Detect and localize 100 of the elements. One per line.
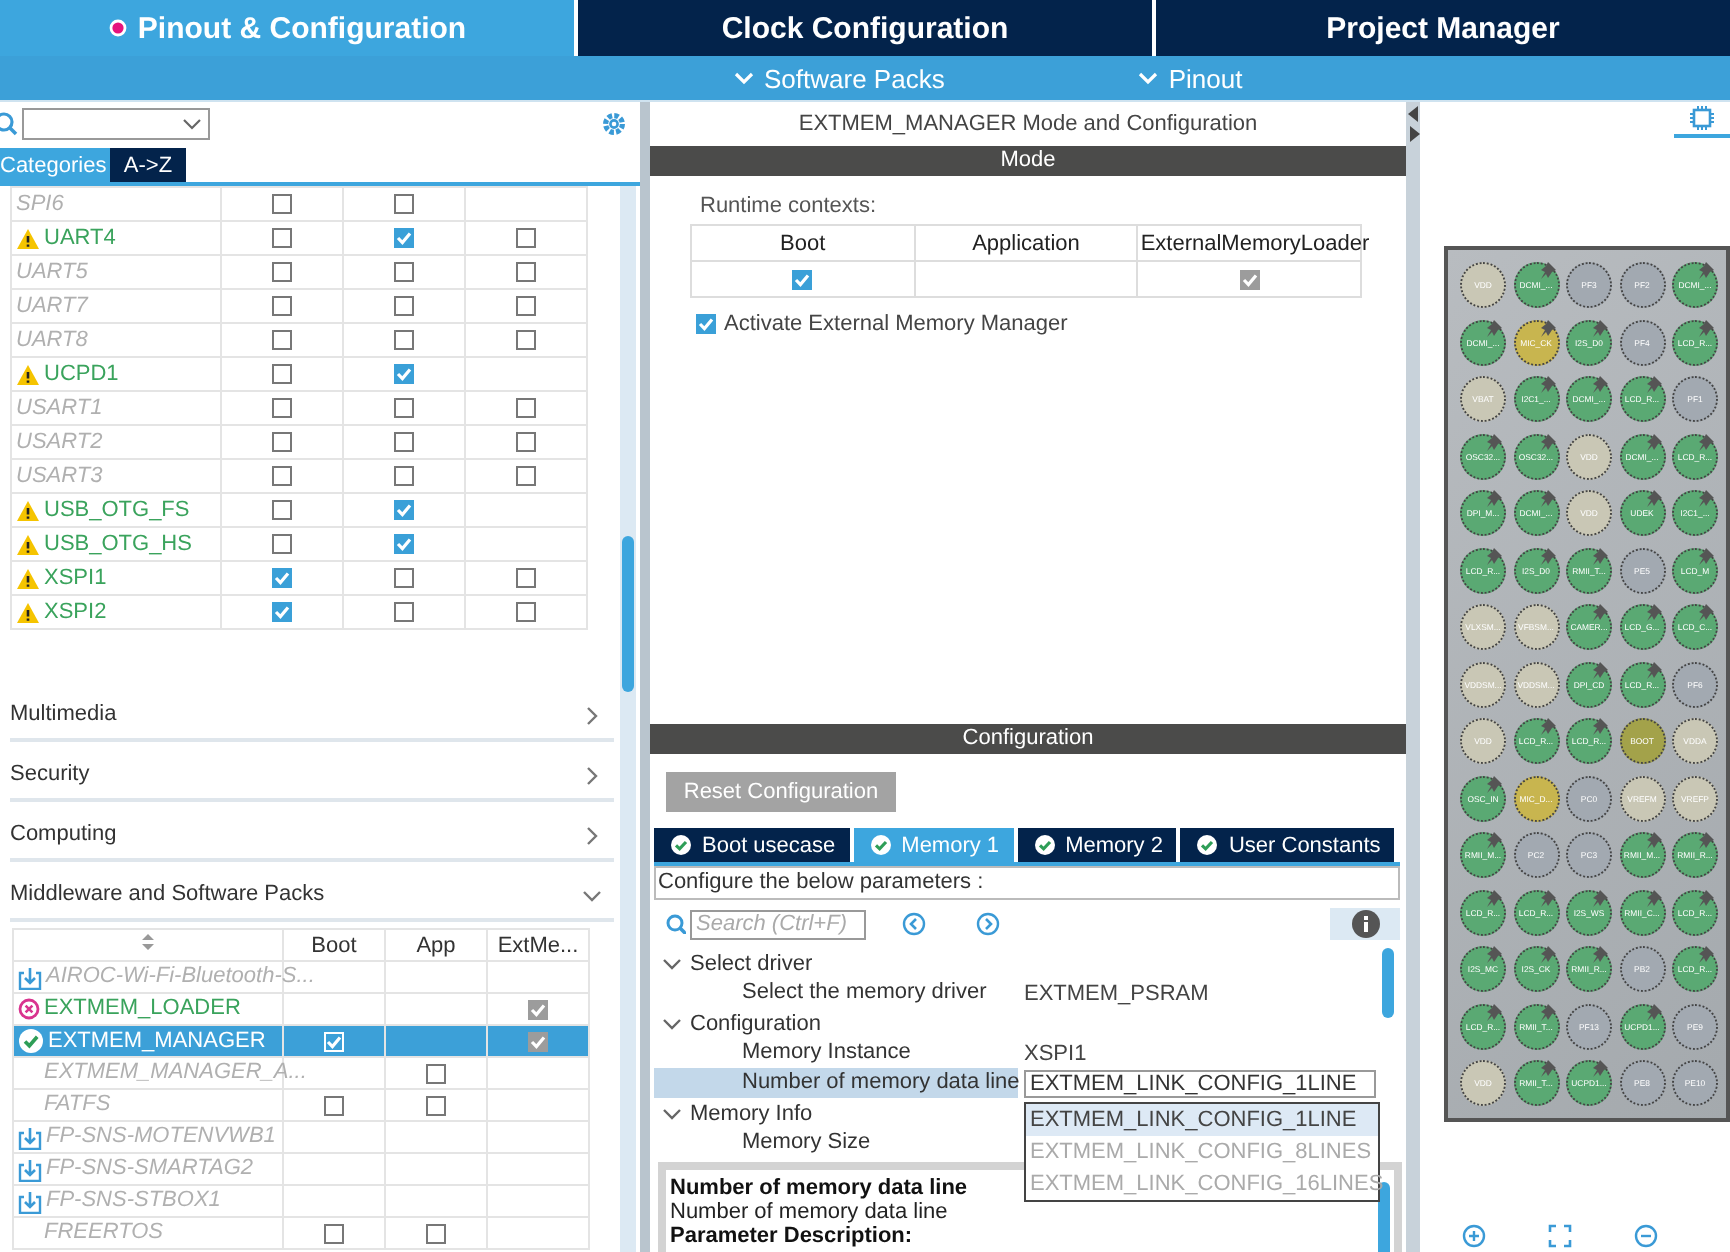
checkbox[interactable] [394, 568, 414, 589]
checkbox[interactable] [324, 1223, 344, 1244]
dropdown-option[interactable]: EXTMEM_LINK_CONFIG_8LINES [1026, 1135, 1378, 1167]
table-row[interactable]: EXTMEM_MANAGER [13, 1025, 589, 1057]
checkbox[interactable] [394, 262, 414, 283]
category-header[interactable]: Middleware and Software Packs [10, 862, 614, 922]
scrollbar-thumb[interactable] [622, 536, 634, 692]
checkbox[interactable] [696, 314, 716, 334]
checkbox[interactable] [426, 1223, 446, 1244]
search-field[interactable]: Search (Ctrl+F) [690, 909, 866, 939]
checkbox[interactable] [394, 534, 414, 555]
tab[interactable]: Memory 2 [1017, 828, 1177, 862]
sort-icon[interactable] [140, 932, 156, 952]
tab[interactable]: Clock Configuration [578, 0, 1152, 56]
pack-name[interactable]: FATFS [44, 1093, 111, 1118]
checkbox[interactable] [516, 262, 536, 283]
checkbox[interactable] [516, 432, 536, 453]
checkbox[interactable] [324, 1095, 344, 1116]
parameter-label[interactable]: Select the memory driver [654, 978, 1018, 1008]
checkbox[interactable] [272, 330, 292, 351]
checkbox[interactable] [516, 296, 536, 317]
tab[interactable]: Boot usecase [654, 828, 850, 862]
checkbox[interactable] [272, 568, 292, 589]
table-row[interactable]: FATFS [13, 1089, 589, 1121]
tab[interactable]: Pinout & Configuration [0, 0, 574, 56]
checkbox[interactable] [394, 228, 414, 249]
checkbox[interactable] [394, 500, 414, 521]
menu-button[interactable]: Pinout [1138, 63, 1243, 93]
checkbox[interactable] [272, 432, 292, 453]
pack-name[interactable]: AIROC-Wi-Fi-Bluetooth-S... [46, 965, 315, 990]
column-header[interactable]: App [385, 929, 487, 961]
checkbox[interactable] [272, 534, 292, 555]
pack-name[interactable]: EXTMEM_MANAGER_A... [44, 1061, 307, 1086]
category-header[interactable]: Security [10, 742, 614, 802]
tab[interactable]: User Constants [1180, 828, 1395, 862]
checkbox[interactable] [272, 466, 292, 487]
checkbox[interactable] [516, 398, 536, 419]
checkbox[interactable] [394, 330, 414, 351]
checkbox[interactable] [394, 398, 414, 419]
column-header[interactable]: ExtMe... [487, 929, 589, 961]
chip-view-tab[interactable] [1674, 102, 1730, 138]
checkbox[interactable] [394, 194, 414, 215]
checkbox[interactable] [394, 602, 414, 623]
dropdown-field[interactable] [22, 107, 210, 139]
table-row[interactable]: AIROC-Wi-Fi-Bluetooth-S... [13, 961, 589, 993]
checkbox[interactable] [426, 1095, 446, 1116]
checkbox[interactable] [516, 602, 536, 623]
parameter-label[interactable]: Memory Size [654, 1128, 1018, 1158]
checkbox[interactable] [272, 296, 292, 317]
settings-icon[interactable] [600, 109, 628, 137]
tree-group-label[interactable]: Select driver [690, 951, 813, 975]
checkbox[interactable] [516, 228, 536, 249]
scrollbar-thumb[interactable] [1382, 948, 1394, 1018]
table-row[interactable]: EXTMEM_MANAGER_A... [13, 1057, 589, 1089]
previous-icon[interactable] [902, 912, 926, 936]
tree-group-label[interactable]: Configuration [690, 1011, 821, 1035]
category-header[interactable]: Computing [10, 802, 614, 862]
column-header[interactable]: Boot [283, 929, 385, 961]
checkbox[interactable] [272, 398, 292, 419]
parameter-label[interactable]: Memory Instance [654, 1038, 1018, 1068]
parameter-label[interactable]: Number of memory data line [654, 1068, 1018, 1098]
next-icon[interactable] [976, 912, 1000, 936]
tab[interactable]: Memory 1 [853, 828, 1014, 862]
checkbox[interactable] [792, 269, 813, 290]
checkbox[interactable] [272, 602, 292, 623]
checkbox[interactable] [394, 296, 414, 317]
checkbox[interactable] [272, 364, 292, 385]
checkbox-label[interactable]: Activate External Memory Manager [724, 312, 1068, 336]
tab[interactable]: A->Z [110, 148, 186, 182]
tab[interactable]: Categories [0, 148, 110, 182]
tree-group-label[interactable]: Memory Info [690, 1101, 813, 1125]
fit-icon[interactable] [1548, 1224, 1572, 1248]
peripheral-name[interactable]: SPI6 [16, 192, 64, 217]
checkbox[interactable] [516, 330, 536, 351]
menu-button[interactable]: Software Packs [734, 63, 945, 93]
checkbox[interactable] [516, 568, 536, 589]
scrollbar[interactable] [620, 186, 636, 1252]
checkbox[interactable] [394, 432, 414, 453]
category-header[interactable]: Multimedia [10, 682, 614, 742]
zoom-in-icon[interactable] [1462, 1224, 1486, 1248]
checkbox[interactable] [516, 466, 536, 487]
arrows-icon[interactable] [1407, 106, 1419, 142]
dropdown-option[interactable]: EXTMEM_LINK_CONFIG_1LINE [1026, 1103, 1378, 1135]
table-row[interactable]: FP-SNS-STBOX1 [13, 1185, 589, 1217]
table-row[interactable]: FREERTOS [13, 1217, 589, 1249]
dropdown-field[interactable]: EXTMEM_LINK_CONFIG_1LINE [1024, 1069, 1376, 1097]
checkbox[interactable] [272, 262, 292, 283]
pushpin-icon [1539, 1003, 1557, 1021]
zoom-out-icon[interactable] [1634, 1224, 1658, 1248]
checkbox[interactable] [394, 364, 414, 385]
checkbox[interactable] [272, 194, 292, 215]
checkbox[interactable] [426, 1063, 446, 1084]
tab[interactable]: Project Manager [1156, 0, 1730, 56]
checkbox[interactable] [394, 466, 414, 487]
table-row[interactable]: FP-SNS-MOTENVWB1 [13, 1121, 589, 1153]
info-button[interactable] [1330, 908, 1400, 940]
checkbox[interactable] [272, 228, 292, 249]
table-row[interactable]: FP-SNS-SMARTAG2 [13, 1153, 589, 1185]
reset-button[interactable]: Reset Configuration [666, 772, 896, 812]
checkbox[interactable] [272, 500, 292, 521]
